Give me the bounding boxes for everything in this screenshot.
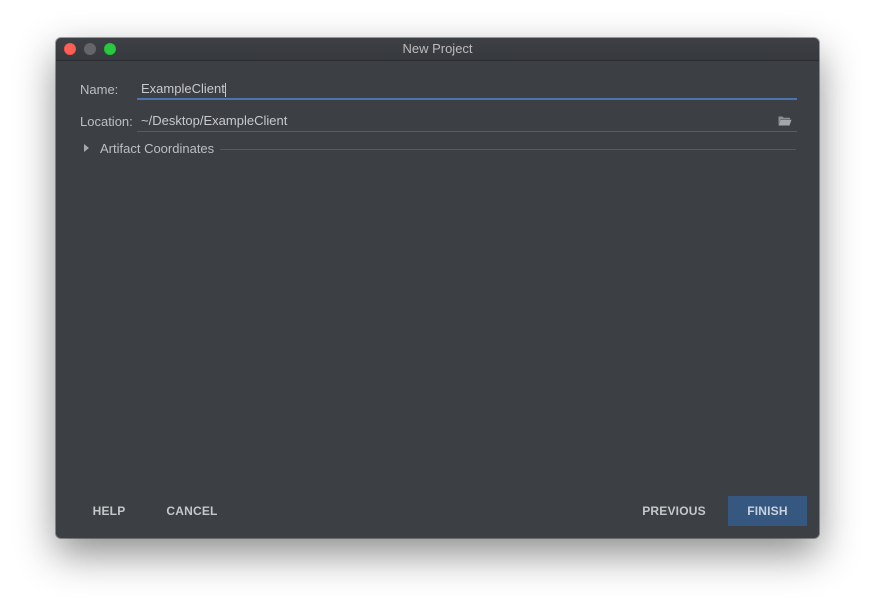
folder-open-icon[interactable] xyxy=(778,115,792,126)
name-label: Name: xyxy=(80,82,119,97)
finish-button[interactable]: FINISH xyxy=(728,496,807,526)
help-button[interactable]: HELP xyxy=(80,496,138,526)
artifact-coordinates-label: Artifact Coordinates xyxy=(100,141,215,156)
text-caret xyxy=(224,82,226,97)
expand-arrow-icon[interactable] xyxy=(84,144,89,152)
dialog-content: Name: ExampleClient Location: ~/Desktop/… xyxy=(56,61,819,538)
section-divider xyxy=(220,149,796,150)
previous-button[interactable]: PREVIOUS xyxy=(634,496,714,526)
location-label: Location: xyxy=(80,114,133,129)
window-title: New Project xyxy=(402,41,473,56)
name-field[interactable]: ExampleClient xyxy=(137,78,797,100)
new-project-dialog: New Project Name: ExampleClient Location… xyxy=(56,38,819,538)
location-value: ~/Desktop/ExampleClient xyxy=(141,113,288,128)
artifact-coordinates-section[interactable]: Artifact Coordinates xyxy=(84,141,796,157)
cancel-button[interactable]: CANCEL xyxy=(160,496,224,526)
title-bar: New Project xyxy=(56,38,819,61)
location-field[interactable]: ~/Desktop/ExampleClient xyxy=(137,110,797,132)
name-value: ExampleClient xyxy=(141,81,225,96)
